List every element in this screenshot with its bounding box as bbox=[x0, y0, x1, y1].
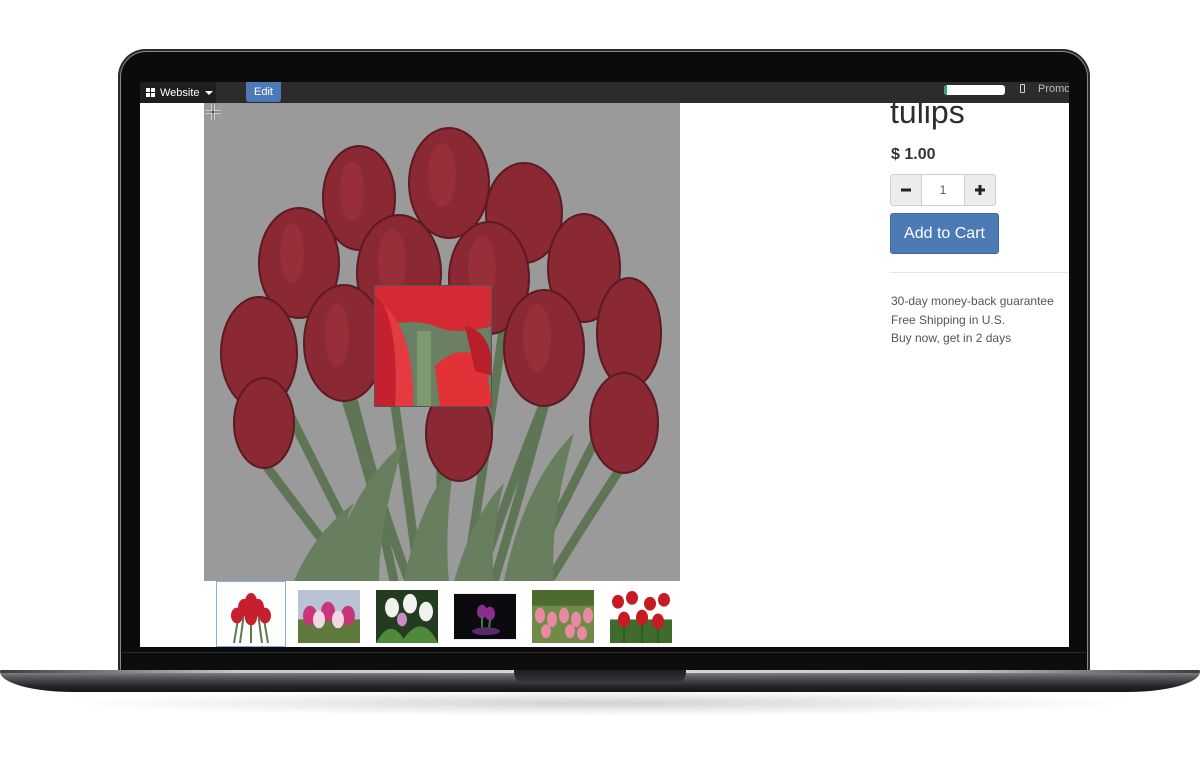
perk-free-shipping: Free Shipping in U.S. bbox=[891, 312, 1006, 327]
zoomed-tulip-detail bbox=[375, 286, 491, 406]
perk-money-back: 30-day money-back guarantee bbox=[891, 294, 1054, 308]
edit-button[interactable]: Edit bbox=[246, 82, 281, 102]
mobile-preview-icon[interactable] bbox=[1020, 84, 1025, 93]
pink-tulip-field-icon bbox=[532, 590, 594, 643]
crosshair-move-icon bbox=[205, 104, 221, 120]
product-title: tulips bbox=[890, 94, 965, 130]
white-tulips-green-leaves-icon bbox=[376, 590, 438, 643]
image-zoom-lens bbox=[374, 285, 492, 407]
website-menu[interactable]: Website bbox=[140, 82, 216, 103]
promote-menu[interactable]: Promote bbox=[1038, 83, 1069, 95]
chevron-down-icon bbox=[204, 90, 213, 95]
pink-white-tulips-icon bbox=[298, 590, 360, 643]
quantity-input[interactable] bbox=[922, 174, 964, 206]
product-perks: 30-day money-back guarantee Free Shippin… bbox=[891, 292, 1054, 348]
add-to-cart-button[interactable]: Add to Cart bbox=[890, 213, 999, 254]
perk-fast-delivery: Buy now, get in 2 days bbox=[891, 331, 1012, 345]
plus-icon bbox=[975, 185, 985, 195]
quantity-stepper bbox=[890, 174, 996, 206]
section-divider bbox=[890, 272, 1069, 273]
red-tulip-bouquet-icon bbox=[220, 590, 282, 644]
thumbnail-gallery bbox=[216, 581, 676, 647]
pink-field-thumbnail[interactable] bbox=[528, 581, 598, 647]
product-price: $ 1.00 bbox=[891, 146, 936, 163]
laptop-shadow bbox=[60, 690, 1140, 716]
website-menu-label: Website bbox=[160, 86, 200, 99]
decrease-quantity-button[interactable] bbox=[890, 174, 922, 206]
minus-icon bbox=[901, 188, 911, 192]
product-main-image[interactable] bbox=[204, 103, 680, 581]
laptop-notch bbox=[514, 670, 686, 684]
red-field-thumbnail[interactable] bbox=[606, 581, 676, 647]
browser-screen: Website Edit Promote bbox=[140, 82, 1069, 647]
purple-tulips-thumbnail[interactable] bbox=[450, 581, 520, 647]
red-tulips-thumbnail[interactable] bbox=[216, 581, 286, 647]
white-tulips-thumbnail[interactable] bbox=[372, 581, 442, 647]
purple-tulips-black-background-icon bbox=[454, 590, 516, 643]
red-tulip-field-icon bbox=[610, 590, 672, 643]
pink-tulips-thumbnail[interactable] bbox=[294, 581, 364, 647]
laptop-chin bbox=[122, 652, 1086, 672]
apps-grid-icon bbox=[146, 88, 155, 97]
increase-quantity-button[interactable] bbox=[964, 174, 996, 206]
